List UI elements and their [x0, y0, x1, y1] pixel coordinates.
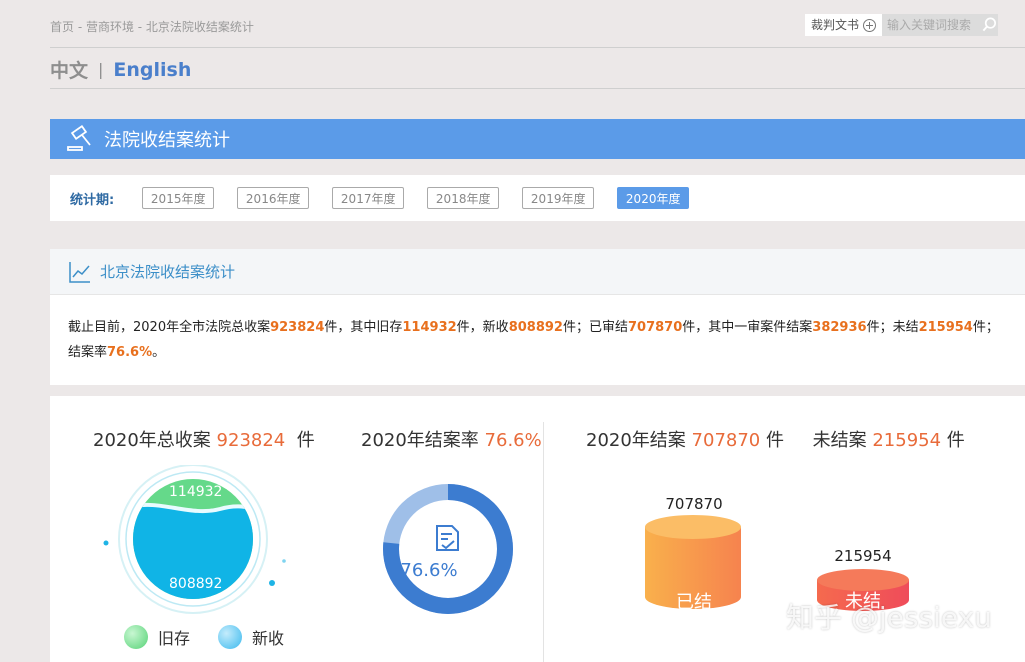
- pool-bubble: [103, 540, 109, 546]
- summary-total: 923824: [270, 320, 325, 335]
- summary-closed: 707870: [627, 320, 683, 335]
- divider: [50, 88, 1025, 89]
- total-title-label: 2020年总收案: [93, 430, 211, 451]
- lang-chinese-link[interactable]: 中文: [50, 56, 88, 83]
- closed-open-title: 2020年结案 707870 件 未结案 215954 件: [586, 426, 965, 452]
- year-button-2018[interactable]: 2018年度: [427, 187, 500, 209]
- pool-bubble: [282, 559, 286, 563]
- summary-card-title: 北京法院收结案统计: [100, 263, 236, 281]
- search-input[interactable]: [882, 17, 982, 33]
- plus-circle-icon: [863, 18, 877, 32]
- summary-text-part: 件，新收: [456, 320, 509, 335]
- period-filter: 统计期: 2015年度 2016年度 2017年度 2018年度 2019年度 …: [50, 175, 1025, 221]
- lang-separator: |: [98, 60, 104, 79]
- summary-new: 808892: [508, 320, 563, 335]
- rate-title: 2020年结案率 76.6%: [361, 426, 542, 452]
- unit-label: 件: [766, 430, 784, 451]
- divider: [543, 422, 544, 662]
- section-header: 法院收结案统计: [50, 119, 1025, 159]
- pool-legend: 旧存 新收: [124, 625, 284, 649]
- summary-card: 北京法院收结案统计 截止目前，2020年全市法院总收案923824件，其中旧存1…: [50, 249, 1025, 385]
- year-button-2016[interactable]: 2016年度: [237, 187, 310, 209]
- year-button-2015[interactable]: 2015年度: [142, 187, 215, 209]
- year-button-2017[interactable]: 2017年度: [332, 187, 405, 209]
- cylinder-open-value: 215954: [834, 547, 892, 565]
- summary-first-instance: 382936: [812, 320, 867, 335]
- donut-percentage: 76.6%: [400, 560, 458, 581]
- unit-label: 件: [946, 430, 965, 451]
- pool-bubble: [269, 580, 275, 586]
- divider: [50, 47, 1025, 48]
- closed-value: 707870: [691, 430, 761, 451]
- summary-text-part: 截止目前，2020年全市法院总收案: [68, 320, 271, 335]
- summary-text-part: 件，其中旧存: [324, 320, 403, 335]
- cylinder-closed-value: 707870: [665, 495, 723, 513]
- summary-card-header: 北京法院收结案统计: [50, 249, 1025, 295]
- section-title: 法院收结案统计: [104, 130, 230, 151]
- gavel-icon: [67, 124, 91, 151]
- rate-title-label: 2020年结案率: [361, 430, 479, 451]
- summary-text-part: 。: [152, 345, 166, 360]
- pool-old-value: 114932: [169, 484, 223, 500]
- line-chart-icon: [69, 261, 90, 283]
- summary-text-part: 件；已审结: [562, 320, 628, 335]
- legend-new-label: 新收: [252, 629, 285, 648]
- summary-old: 114932: [402, 320, 457, 335]
- open-value: 215954: [872, 430, 942, 451]
- closed-title-label: 2020年结案: [586, 430, 686, 451]
- year-button-2020[interactable]: 2020年度: [617, 187, 690, 209]
- breadcrumb[interactable]: 首页 - 营商环境 - 北京法院收结案统计: [50, 18, 254, 35]
- total-value: 923824: [216, 430, 286, 451]
- open-title-label: 未结案: [812, 430, 867, 451]
- summary-text-part: 件，其中一审案件结案: [682, 320, 813, 335]
- legend-old-swatch: [124, 625, 148, 649]
- language-switch: 中文 | English: [50, 56, 191, 83]
- year-button-2019[interactable]: 2019年度: [522, 187, 595, 209]
- watermark: 知乎 @jessiexu: [786, 601, 992, 634]
- summary-text-part: 件；未结: [866, 320, 919, 335]
- cylinder-closed-label: 已结: [676, 592, 712, 613]
- total-cases-title: 2020年总收案 923824 件: [93, 426, 315, 452]
- closure-rate-donut: [383, 484, 513, 614]
- judge-doc-label: 裁判文书: [811, 18, 860, 32]
- summary-text: 截止目前，2020年全市法院总收案923824件，其中旧存114932件，新收8…: [50, 295, 1025, 365]
- summary-open: 215954: [918, 320, 973, 335]
- rate-value: 76.6%: [484, 430, 542, 451]
- judge-doc-link[interactable]: 裁判文书: [805, 14, 883, 36]
- search-icon[interactable]: [981, 16, 998, 34]
- pool-new-value: 808892: [169, 576, 223, 592]
- lang-english-link[interactable]: English: [113, 59, 191, 81]
- summary-rate: 76.6%: [107, 345, 153, 360]
- period-label: 统计期:: [70, 192, 115, 208]
- legend-old-label: 旧存: [158, 629, 191, 648]
- top-search-bar: 裁判文书: [805, 14, 999, 36]
- search-box: [882, 14, 999, 36]
- unit-label: 件: [296, 430, 315, 451]
- document-check-icon: [436, 525, 459, 551]
- legend-new-swatch: [218, 625, 243, 649]
